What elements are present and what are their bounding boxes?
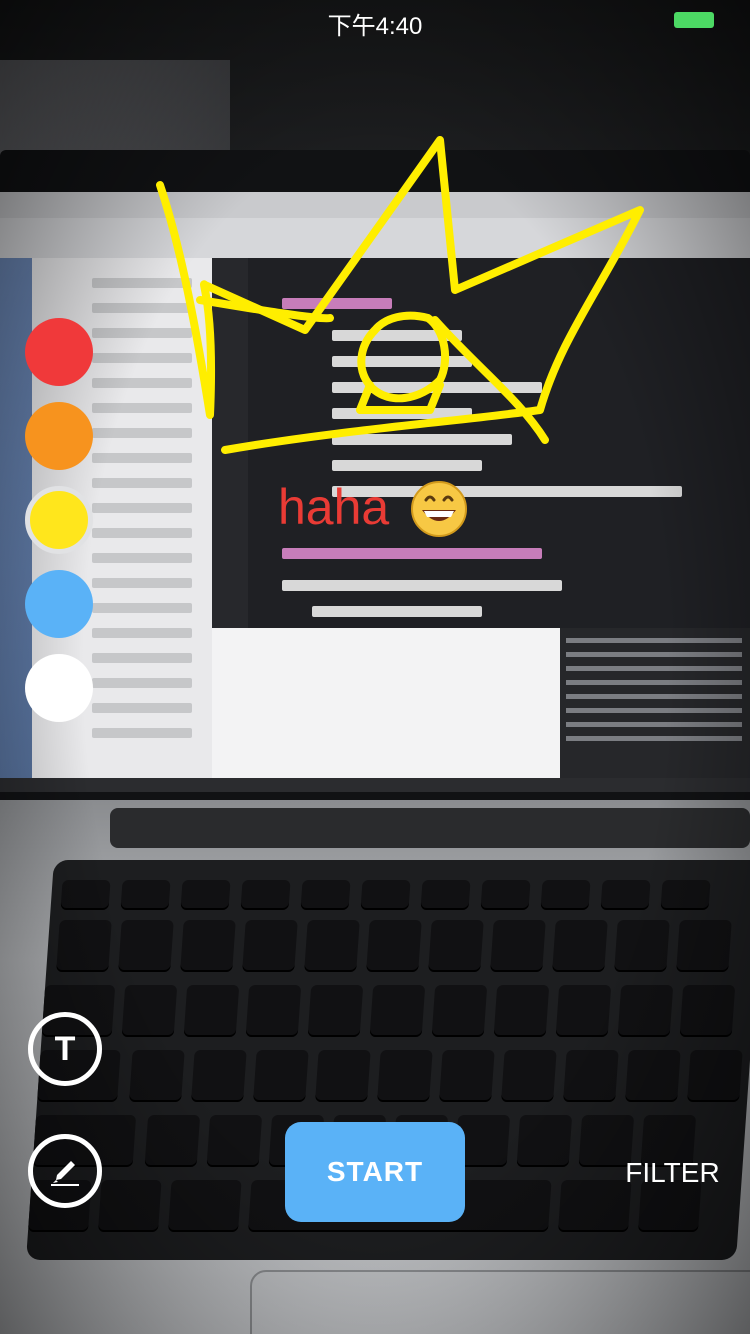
color-swatch-yellow[interactable] — [25, 486, 93, 554]
overlay-text[interactable]: haha — [278, 478, 389, 536]
start-button[interactable]: START — [285, 1122, 465, 1222]
status-time: 下午4:40 — [327, 13, 423, 40]
color-swatch-white[interactable] — [25, 654, 93, 722]
pencil-icon — [51, 1161, 79, 1186]
color-swatch-orange[interactable] — [25, 402, 93, 470]
color-swatch-blue[interactable] — [25, 570, 93, 638]
status-bar: 下午4:40 — [0, 0, 750, 40]
grinning-face-icon — [411, 481, 467, 537]
text-tool-button[interactable]: T — [28, 1012, 102, 1086]
battery-icon — [674, 12, 714, 28]
text-icon: T — [54, 1030, 76, 1068]
filter-button[interactable]: FILTER — [610, 1150, 735, 1196]
draw-tool-button[interactable] — [28, 1134, 102, 1208]
color-swatch-red[interactable] — [25, 318, 93, 386]
